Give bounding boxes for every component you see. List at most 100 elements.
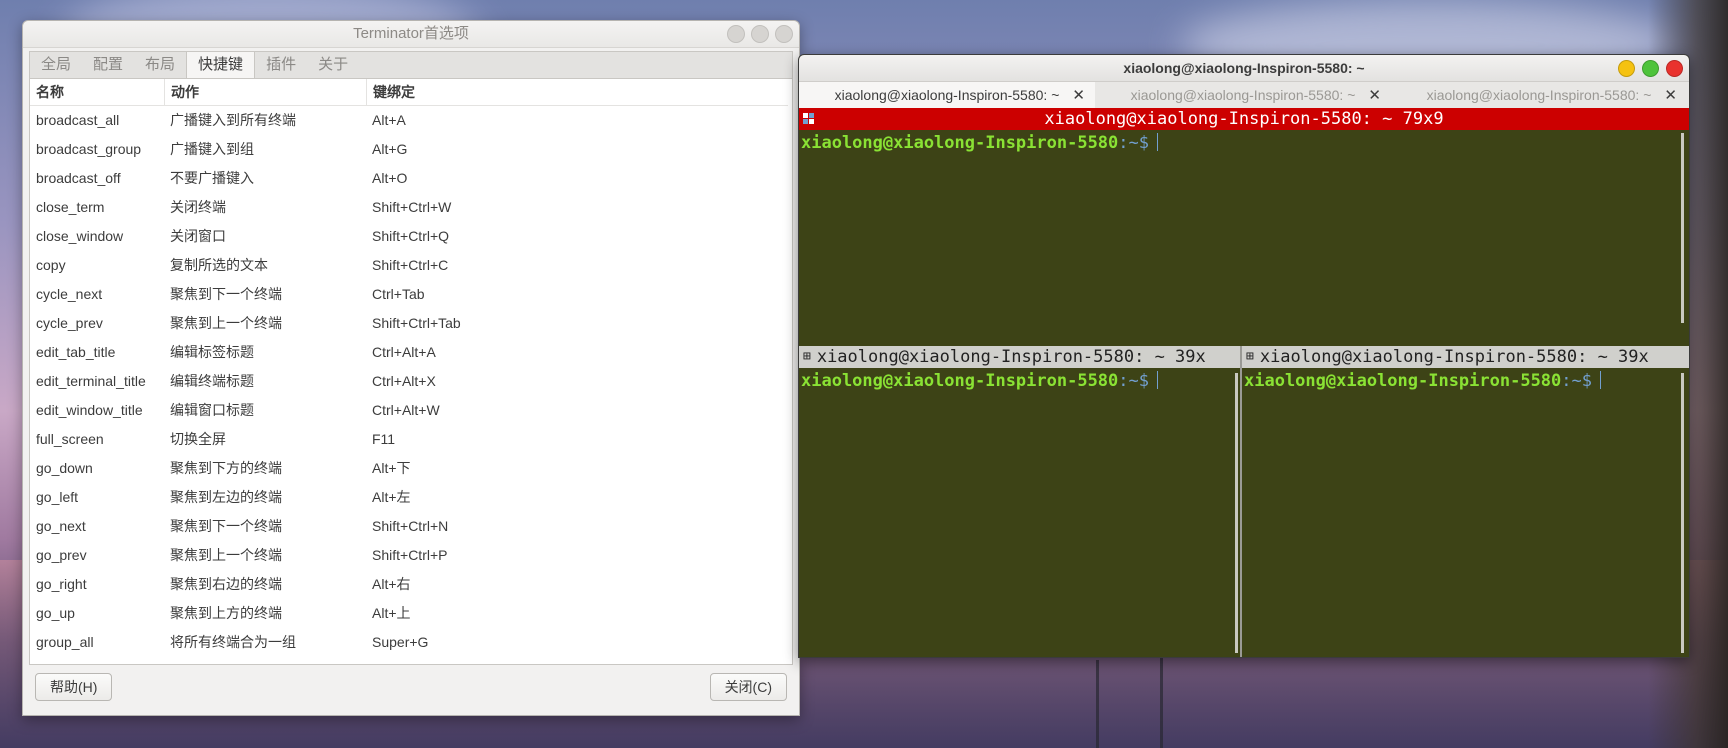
window-minimize-icon[interactable] — [727, 25, 745, 43]
terminal-prompt: xiaolong@xiaolong-Inspiron-5580:~$ — [801, 371, 1158, 391]
table-row[interactable]: copy 复制所选的文本 Shift+Ctrl+C — [30, 251, 788, 280]
terminal-tabbar: xiaolong@xiaolong-Inspiron-5580: ~ ✕ xia… — [799, 82, 1689, 109]
pane-titlebar-bottom-right[interactable]: ⊞ xiaolong@xiaolong-Inspiron-5580: ~ 39x — [1242, 346, 1689, 368]
pane-grid-icon[interactable] — [803, 108, 815, 130]
keybinding-name: cycle_prev — [36, 315, 103, 331]
tab-label: xiaolong@xiaolong-Inspiron-5580: ~ — [1130, 87, 1356, 103]
pane-grid-icon[interactable]: ⊞ — [803, 346, 811, 368]
table-row[interactable]: close_window 关闭窗口 Shift+Ctrl+Q — [30, 222, 788, 251]
pane-grid-icon[interactable]: ⊞ — [1246, 346, 1254, 368]
table-row[interactable]: go_left 聚焦到左边的终端 Alt+左 — [30, 483, 788, 512]
help-button[interactable]: 帮助(H) — [35, 673, 113, 701]
window-minimize-icon[interactable] — [1618, 60, 1635, 77]
tab-layouts[interactable]: 布局 — [134, 52, 186, 78]
terminal-titlebar[interactable]: xiaolong@xiaolong-Inspiron-5580: ~ — [799, 55, 1689, 82]
table-row[interactable]: broadcast_off 不要广播键入 Alt+O — [30, 164, 788, 193]
text-cursor — [1600, 371, 1601, 389]
keybinding-action: 不要广播键入 — [170, 170, 254, 186]
keybinding-name: broadcast_off — [36, 170, 121, 186]
keybinding-name: go_next — [36, 518, 86, 534]
table-row[interactable]: cycle_next 聚焦到下一个终端 Ctrl+Tab — [30, 280, 788, 309]
keybinding-accel[interactable]: Alt+A — [366, 106, 786, 135]
table-row[interactable]: go_down 聚焦到下方的终端 Alt+下 — [30, 454, 788, 483]
keybinding-action: 广播键入到所有终端 — [170, 112, 296, 128]
keybinding-accel[interactable]: Super+G — [366, 628, 786, 657]
keybinding-accel[interactable]: Alt+O — [366, 164, 786, 193]
keybindings-rows: broadcast_all 广播键入到所有终端 Alt+A broadcast_gro… — [30, 106, 788, 657]
pane-titlebar-top[interactable]: xiaolong@xiaolong-Inspiron-5580: ~ 79x9 — [799, 108, 1689, 130]
table-row[interactable]: go_prev 聚焦到上一个终端 Shift+Ctrl+P — [30, 541, 788, 570]
prompt-user: xiaolong@xiaolong-Inspiron-5580 — [801, 133, 1119, 153]
keybinding-accel[interactable]: Shift+Ctrl+Tab — [366, 309, 786, 338]
terminator-window: xiaolong@xiaolong-Inspiron-5580: ~ xiaol… — [798, 54, 1690, 658]
keybinding-accel[interactable]: Alt+左 — [366, 483, 786, 512]
window-maximize-icon[interactable] — [1642, 60, 1659, 77]
tab-close-icon[interactable]: ✕ — [1368, 86, 1381, 104]
window-maximize-icon[interactable] — [751, 25, 769, 43]
terminal-tab-2[interactable]: xiaolong@xiaolong-Inspiron-5580: ~ ✕ — [1095, 82, 1391, 108]
keybinding-accel[interactable]: Shift+Ctrl+P — [366, 541, 786, 570]
keybinding-name: close_term — [36, 199, 105, 215]
table-row[interactable]: go_up 聚焦到上方的终端 Alt+上 — [30, 599, 788, 628]
scrollbar[interactable] — [1681, 133, 1684, 323]
keybinding-action: 聚焦到上一个终端 — [170, 547, 282, 563]
prompt-user: xiaolong@xiaolong-Inspiron-5580 — [1244, 371, 1562, 391]
keybinding-name: go_down — [36, 460, 93, 476]
keybinding-accel[interactable]: Ctrl+Alt+W — [366, 396, 786, 425]
tab-label: xiaolong@xiaolong-Inspiron-5580: ~ — [1426, 87, 1652, 103]
keybinding-action: 聚焦到上方的终端 — [170, 605, 282, 621]
tab-global[interactable]: 全局 — [30, 52, 82, 78]
keybinding-action: 将所有终端合为一组 — [170, 634, 296, 650]
keybinding-name: copy — [36, 257, 66, 273]
keybinding-accel[interactable]: Alt+G — [366, 135, 786, 164]
terminal-tab-1[interactable]: xiaolong@xiaolong-Inspiron-5580: ~ ✕ — [799, 82, 1095, 108]
table-row[interactable]: cycle_prev 聚焦到上一个终端 Shift+Ctrl+Tab — [30, 309, 788, 338]
keybinding-accel[interactable]: Shift+Ctrl+W — [366, 193, 786, 222]
tab-plugins[interactable]: 插件 — [255, 52, 307, 78]
close-button[interactable]: 关闭(C) — [709, 673, 787, 701]
window-close-icon[interactable] — [1666, 60, 1683, 77]
keybindings-table: 名称 动作 键绑定 broadcast_all 广播键入到所有终端 Alt+A bro… — [30, 79, 788, 657]
scrollbar[interactable] — [1235, 373, 1238, 653]
table-row[interactable]: broadcast_all 广播键入到所有终端 Alt+A — [30, 106, 788, 135]
table-row[interactable]: close_term 关闭终端 Shift+Ctrl+W — [30, 193, 788, 222]
tab-close-icon[interactable]: ✕ — [1072, 86, 1085, 104]
pane-divider[interactable] — [1240, 346, 1242, 657]
keybinding-accel[interactable]: Alt+右 — [366, 570, 786, 599]
keybinding-accel[interactable]: F11 — [366, 425, 786, 454]
column-header-action[interactable]: 动作 — [164, 79, 366, 105]
keybinding-accel[interactable]: Ctrl+Alt+X — [366, 367, 786, 396]
table-row[interactable]: group_all 将所有终端合为一组 Super+G — [30, 628, 788, 657]
keybinding-action: 关闭窗口 — [170, 228, 226, 244]
keybinding-accel[interactable]: Ctrl+Tab — [366, 280, 786, 309]
keybinding-accel[interactable]: Shift+Ctrl+C — [366, 251, 786, 280]
column-header-name[interactable]: 名称 — [30, 79, 164, 105]
column-header-binding[interactable]: 键绑定 — [366, 79, 786, 105]
window-close-icon[interactable] — [775, 25, 793, 43]
table-row[interactable]: edit_tab_title 编辑标签标题 Ctrl+Alt+A — [30, 338, 788, 367]
keybinding-name: edit_terminal_title — [36, 373, 146, 389]
tab-keybindings[interactable]: 快捷键 — [186, 52, 256, 78]
table-row[interactable]: go_right 聚焦到右边的终端 Alt+右 — [30, 570, 788, 599]
table-row[interactable]: full_screen 切换全屏 F11 — [30, 425, 788, 454]
pane-titlebar-bottom-left[interactable]: ⊞ xiaolong@xiaolong-Inspiron-5580: ~ 39x — [799, 346, 1241, 368]
table-row[interactable]: go_next 聚焦到下一个终端 Shift+Ctrl+N — [30, 512, 788, 541]
keybinding-accel[interactable]: Shift+Ctrl+N — [366, 512, 786, 541]
tab-close-icon[interactable]: ✕ — [1664, 86, 1677, 104]
keybinding-name: go_left — [36, 489, 79, 505]
preferences-titlebar[interactable]: Terminator首选项 — [23, 21, 799, 48]
tab-profiles[interactable]: 配置 — [82, 52, 134, 78]
prompt-user: xiaolong@xiaolong-Inspiron-5580 — [801, 371, 1119, 391]
keybinding-accel[interactable]: Shift+Ctrl+Q — [366, 222, 786, 251]
keybinding-accel[interactable]: Alt+上 — [366, 599, 786, 628]
table-row[interactable]: edit_terminal_title 编辑终端标题 Ctrl+Alt+X — [30, 367, 788, 396]
keybinding-accel[interactable]: Ctrl+Alt+A — [366, 338, 786, 367]
table-row[interactable]: broadcast_group 广播键入到组 Alt+G — [30, 135, 788, 164]
keybinding-action: 聚焦到下一个终端 — [170, 518, 282, 534]
terminal-tab-3[interactable]: xiaolong@xiaolong-Inspiron-5580: ~ ✕ — [1391, 82, 1687, 108]
prompt-path: :~$ — [1561, 371, 1592, 391]
table-row[interactable]: edit_window_title 编辑窗口标题 Ctrl+Alt+W — [30, 396, 788, 425]
keybinding-accel[interactable]: Alt+下 — [366, 454, 786, 483]
tab-about[interactable]: 关于 — [307, 52, 359, 78]
scrollbar[interactable] — [1681, 373, 1684, 653]
